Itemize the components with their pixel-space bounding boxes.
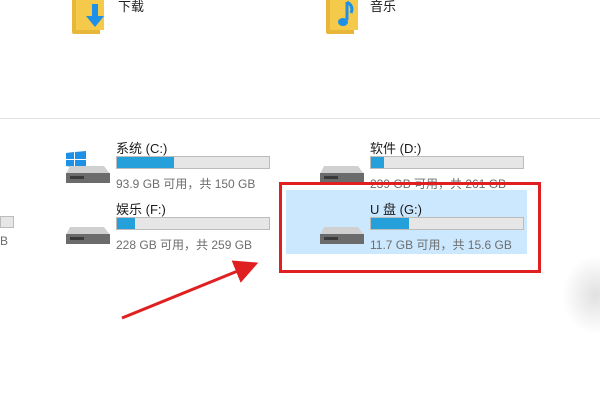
- background-smudge: [562, 255, 600, 335]
- annotation-arrow: [121, 260, 259, 320]
